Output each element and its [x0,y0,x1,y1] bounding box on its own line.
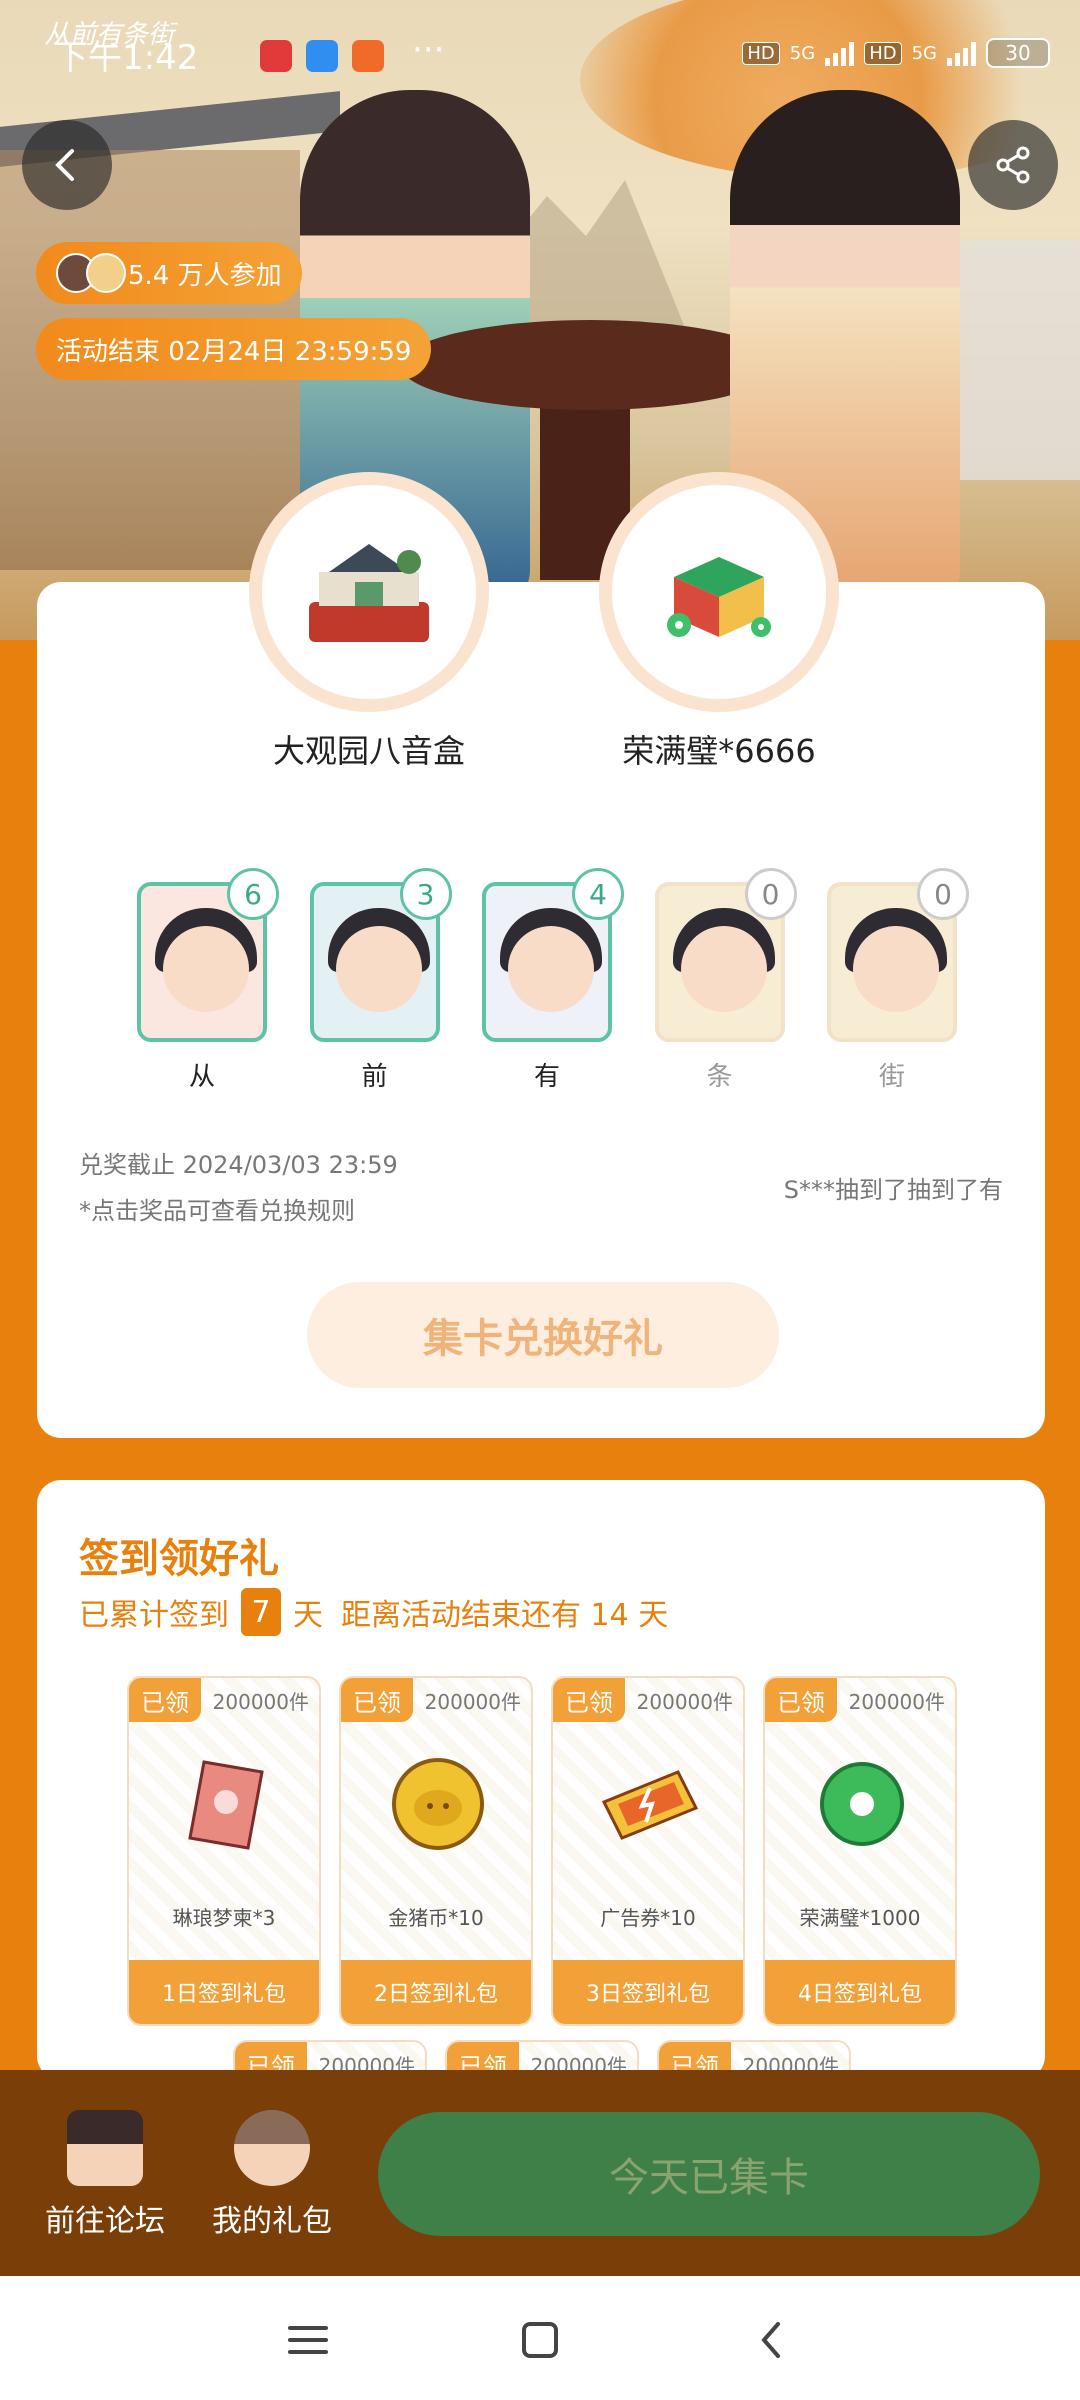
gift-name: 琳琅梦柬*3 [172,1906,276,1930]
checkin-panel: 签到领好礼 已累计签到 7 天 距离活动结束还有 14 天 已领 200000件… [37,1480,1045,2080]
status-bar: 从前有条街 下午1:42 ··· HD 5G HD 5G 30 [0,0,1080,110]
checkin-title: 签到领好礼 [79,1536,279,1582]
ad-ticket-icon [601,1770,699,1840]
app-notification-icon [306,40,338,72]
hd-icon: HD [864,41,902,65]
app-notification-icon [260,40,292,72]
battery-icon: 30 [986,38,1050,68]
notification-icons [260,40,384,72]
gift-bag-avatar-icon [234,2110,310,2186]
card-count-badge: 3 [399,868,452,920]
card-count-badge: 0 [917,868,969,920]
card-char: 条 [706,1062,733,1092]
participants-count: 5.4 万人参加 [128,260,282,291]
my-gifts-button[interactable]: 我的礼包 [192,2110,352,2240]
my-gifts-label: 我的礼包 [212,2204,332,2239]
app-notification-icon [352,40,384,72]
collect-card-qian[interactable]: 3 前 [309,868,452,1093]
today-collected-button[interactable]: 今天已集卡 [378,2112,1040,2236]
card-char: 从 [188,1062,215,1092]
share-icon [996,146,1030,184]
winner-ticker: S***抽到了抽到了有 [783,1176,1003,1204]
collect-card-you[interactable]: 4 有 [482,868,624,1093]
gift-stock: 200000件 [636,1690,733,1714]
signal-icon [825,40,855,66]
hd-icon: HD [742,41,780,65]
forum-button[interactable]: 前往论坛 [25,2110,185,2240]
back-arrow-icon [55,149,74,181]
bottom-action-bar: 前往论坛 我的礼包 今天已集卡 [0,2070,1080,2276]
jade-disc-icon [820,1762,904,1846]
tea-table-decoration [400,320,780,410]
menu-icon[interactable] [280,2312,336,2368]
collect-cards-row: 6 从 3 前 4 有 0 条 0 街 [137,868,969,1093]
card-count-badge: 6 [227,868,279,920]
claimed-tag: 已领 [129,1678,201,1722]
collect-card-tiao[interactable]: 0 条 [654,868,797,1093]
checkin-gift-list: 已领 200000件 琳琅梦柬*3 1日签到礼包 已领 200000件 金猪币*… [127,1676,957,2026]
gift-pack-label: 1日签到礼包 [129,1960,319,2024]
redeem-rules-note: *点击奖品可查看兑换规则 [79,1197,355,1225]
checkin-prefix: 已累计签到 [79,1598,229,1633]
gift-pack-label: 3日签到礼包 [553,1960,743,2024]
prize-jade[interactable]: 荣满璧*6666 [599,472,839,772]
card-char: 街 [878,1062,905,1092]
checkin-progress: 已累计签到 7 天 距离活动结束还有 14 天 [79,1588,668,1636]
gift-stock: 200000件 [424,1690,521,1714]
checkin-suffix: 天 [293,1598,323,1633]
gift-name: 金猪币*10 [388,1906,484,1930]
activity-end-badge: 活动结束 02月24日 23:59:59 [36,318,432,380]
card-count-badge: 4 [572,868,624,920]
gift-name: 荣满璧*1000 [799,1906,921,1930]
prize-name: 大观园八音盒 [272,732,465,770]
card-char: 前 [361,1062,388,1092]
checkin-gift-day2[interactable]: 已领 200000件 金猪币*10 2日签到礼包 [339,1676,533,2026]
checkin-gift-day3[interactable]: 已领 200000件 广告券*10 3日签到礼包 [551,1676,745,2026]
forum-label: 前往论坛 [45,2204,165,2239]
claimed-tag: 已领 [553,1678,625,1722]
claimed-tag: 已领 [341,1678,413,1722]
prize-music-box[interactable]: 大观园八音盒 [249,472,489,772]
redeem-info: 兑奖截止 2024/03/03 23:59 *点击奖品可查看兑换规则 [79,1142,398,1234]
back-icon[interactable] [744,2312,800,2368]
network-label: 5G [911,42,937,64]
share-button[interactable] [968,120,1058,210]
collect-card-panel: 大观园八音盒 荣满璧*6666 6 从 3 前 4 有 0 条 0 街 兑奖截止… [37,472,1045,1438]
participants-badge: 5.4 万人参加 [36,242,302,304]
collect-card-cong[interactable]: 6 从 [137,868,279,1093]
signal-icon [947,40,976,66]
gift-pack-label: 4日签到礼包 [765,1960,955,2024]
exchange-gift-button[interactable]: 集卡兑换好礼 [307,1282,779,1388]
activity-end-text: 活动结束 02月24日 23:59:59 [56,336,412,367]
system-navigation-bar [0,2276,1080,2400]
checkin-gift-day4[interactable]: 已领 200000件 荣满璧*1000 4日签到礼包 [763,1676,957,2026]
gold-pig-coin-icon [392,1758,484,1850]
back-button[interactable] [22,120,112,210]
network-label: 5G [789,42,816,64]
status-indicators: HD 5G HD 5G 30 [742,38,1050,68]
participant-avatars [56,253,126,293]
checkin-gift-day1[interactable]: 已领 200000件 琳琅梦柬*3 1日签到礼包 [127,1676,321,2026]
prize-name: 荣满璧*6666 [622,732,816,770]
collect-card-jie[interactable]: 0 街 [827,868,969,1093]
redeem-deadline: 兑奖截止 2024/03/03 23:59 [79,1151,398,1179]
forum-avatar-icon [67,2110,143,2186]
card-count-badge: 0 [744,868,797,920]
card-char: 有 [533,1062,560,1092]
jade-gift-box-icon [667,557,771,637]
gift-stock: 200000件 [848,1690,945,1714]
gift-pack-label: 2日签到礼包 [341,1960,531,2024]
claimed-tag: 已领 [765,1678,837,1722]
gift-name: 广告券*10 [600,1906,696,1930]
home-icon[interactable] [512,2312,568,2368]
checkin-remaining: 距离活动结束还有 14 天 [341,1598,669,1633]
gift-stock: 200000件 [212,1690,309,1714]
music-box-icon [309,544,429,642]
status-time: 下午1:42 [54,38,199,78]
invitation-card-icon [188,1760,264,1850]
checkin-days: 7 [241,1588,281,1636]
more-notifications-indicator: ··· [412,30,445,70]
